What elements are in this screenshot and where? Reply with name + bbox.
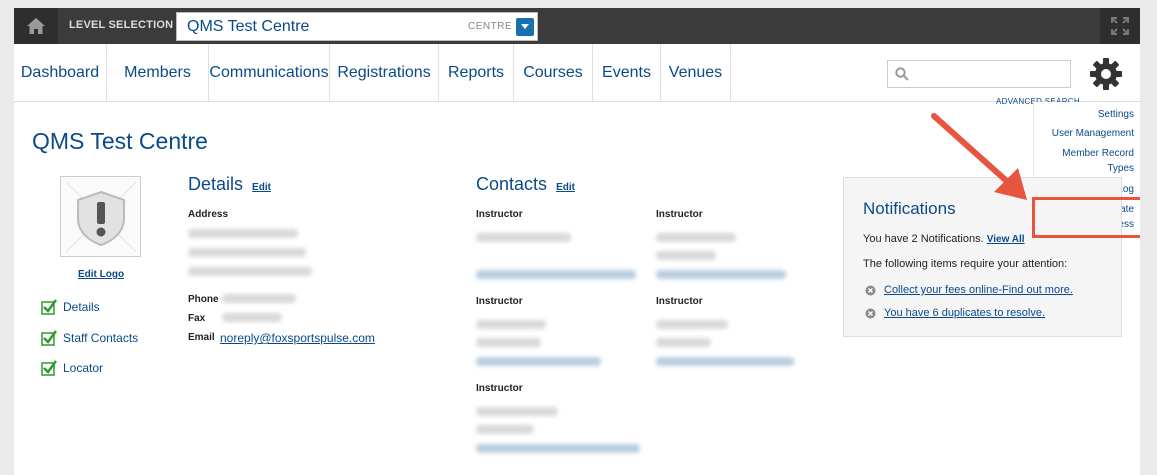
menu-member-record[interactable]: Member Record xyxy=(1062,146,1134,161)
arrow-annotation xyxy=(931,113,1027,200)
checkbox-checked-icon xyxy=(41,330,57,346)
annotation-highlight-box xyxy=(1032,197,1140,238)
redacted-text xyxy=(476,407,558,416)
fax-label: Fax xyxy=(188,313,206,324)
contact-role: Instructor xyxy=(656,296,703,307)
contact-role: Instructor xyxy=(476,209,523,220)
menu-user-management[interactable]: User Management xyxy=(1052,126,1134,141)
home-button[interactable] xyxy=(14,8,58,44)
address-label: Address xyxy=(188,209,229,220)
notifications-summary-text: You have 2 Notifications. xyxy=(863,233,984,245)
redacted-text xyxy=(656,251,716,260)
redacted-text xyxy=(188,248,306,257)
checklist-label: Locator xyxy=(63,361,104,375)
nav-registrations[interactable]: Registrations xyxy=(330,44,439,102)
nav-communications[interactable]: Communications xyxy=(209,44,330,102)
gear-icon xyxy=(1090,58,1122,90)
page-title: QMS Test Centre xyxy=(32,128,208,154)
shield-alert-icon xyxy=(65,181,136,252)
email-link[interactable]: noreply@foxsportspulse.com xyxy=(220,331,375,345)
redacted-text xyxy=(476,233,571,242)
nav-courses[interactable]: Courses xyxy=(514,44,593,102)
menu-settings[interactable]: Settings xyxy=(1098,107,1134,122)
contacts-edit-link[interactable]: Edit xyxy=(556,182,575,193)
redacted-text xyxy=(476,338,541,347)
redacted-text xyxy=(656,320,728,329)
checklist-label: Staff Contacts xyxy=(63,331,139,345)
contact-role: Instructor xyxy=(476,383,523,394)
contact-role: Instructor xyxy=(476,296,523,307)
notification-item[interactable]: Collect your fees online-Find out more. xyxy=(865,284,1073,296)
notification-text: Collect your fees online-Find out more. xyxy=(884,284,1073,296)
nav-venues[interactable]: Venues xyxy=(661,44,731,102)
main-nav: Dashboard Members Communications Registr… xyxy=(14,44,1140,106)
notification-text: You have 6 duplicates to resolve. xyxy=(884,307,1046,319)
details-edit-link[interactable]: Edit xyxy=(252,182,271,193)
details-title: Details xyxy=(188,174,244,194)
edit-logo-link[interactable]: Edit Logo xyxy=(78,269,124,280)
nav-events[interactable]: Events xyxy=(593,44,661,102)
notifications-summary: You have 2 Notifications. View All xyxy=(863,233,1025,245)
contacts-heading: Contacts Edit xyxy=(476,174,575,195)
level-select-value: QMS Test Centre xyxy=(187,18,310,35)
redacted-text xyxy=(656,357,794,366)
notifications-attention: The following items require your attenti… xyxy=(863,258,1068,270)
search-icon xyxy=(895,67,909,81)
app-window: LEVEL SELECTION QMS Test Centre CENTRE D… xyxy=(14,8,1140,475)
redacted-text xyxy=(656,338,711,347)
redacted-text xyxy=(476,270,636,279)
redacted-text xyxy=(188,267,312,276)
level-selection-label: LEVEL SELECTION xyxy=(69,19,174,31)
chevron-down-icon xyxy=(521,24,529,29)
fullscreen-button[interactable] xyxy=(1100,8,1140,44)
settings-button[interactable] xyxy=(1088,56,1124,97)
nav-members[interactable]: Members xyxy=(107,44,209,102)
home-icon xyxy=(27,18,45,34)
notification-item[interactable]: You have 6 duplicates to resolve. xyxy=(865,307,1045,319)
email-label: Email xyxy=(188,332,215,343)
close-circle-icon[interactable] xyxy=(865,285,876,296)
checklist-item-staff-contacts[interactable]: Staff Contacts xyxy=(41,330,138,346)
contact-role: Instructor xyxy=(656,209,703,220)
nav-reports[interactable]: Reports xyxy=(439,44,514,102)
checkbox-checked-icon xyxy=(41,299,57,315)
view-all-link[interactable]: View All xyxy=(987,234,1025,245)
redacted-text xyxy=(476,357,601,366)
redacted-text xyxy=(188,229,298,238)
logo-placeholder xyxy=(60,176,141,257)
top-bar: LEVEL SELECTION QMS Test Centre CENTRE xyxy=(14,8,1140,44)
checklist-item-locator[interactable]: Locator xyxy=(41,360,103,376)
redacted-text xyxy=(476,425,534,434)
redacted-text xyxy=(656,233,736,242)
close-circle-icon[interactable] xyxy=(865,308,876,319)
checkbox-checked-icon xyxy=(41,360,57,376)
redacted-text xyxy=(222,313,282,322)
redacted-text xyxy=(656,270,786,279)
level-select[interactable]: QMS Test Centre CENTRE xyxy=(176,12,538,41)
redacted-text xyxy=(222,294,296,303)
checklist-item-details[interactable]: Details xyxy=(41,299,100,315)
expand-icon xyxy=(1111,17,1129,35)
menu-member-record-types[interactable]: Types xyxy=(1107,161,1134,176)
search-input[interactable] xyxy=(887,60,1071,88)
phone-label: Phone xyxy=(188,294,219,305)
level-type-label: CENTRE xyxy=(468,21,513,32)
contacts-title: Contacts xyxy=(476,174,548,194)
details-heading: Details Edit xyxy=(188,174,271,195)
level-dropdown-button[interactable] xyxy=(516,18,534,36)
nav-dashboard[interactable]: Dashboard xyxy=(14,44,107,102)
redacted-text xyxy=(476,444,640,453)
checklist-label: Details xyxy=(63,300,100,314)
redacted-text xyxy=(476,320,546,329)
